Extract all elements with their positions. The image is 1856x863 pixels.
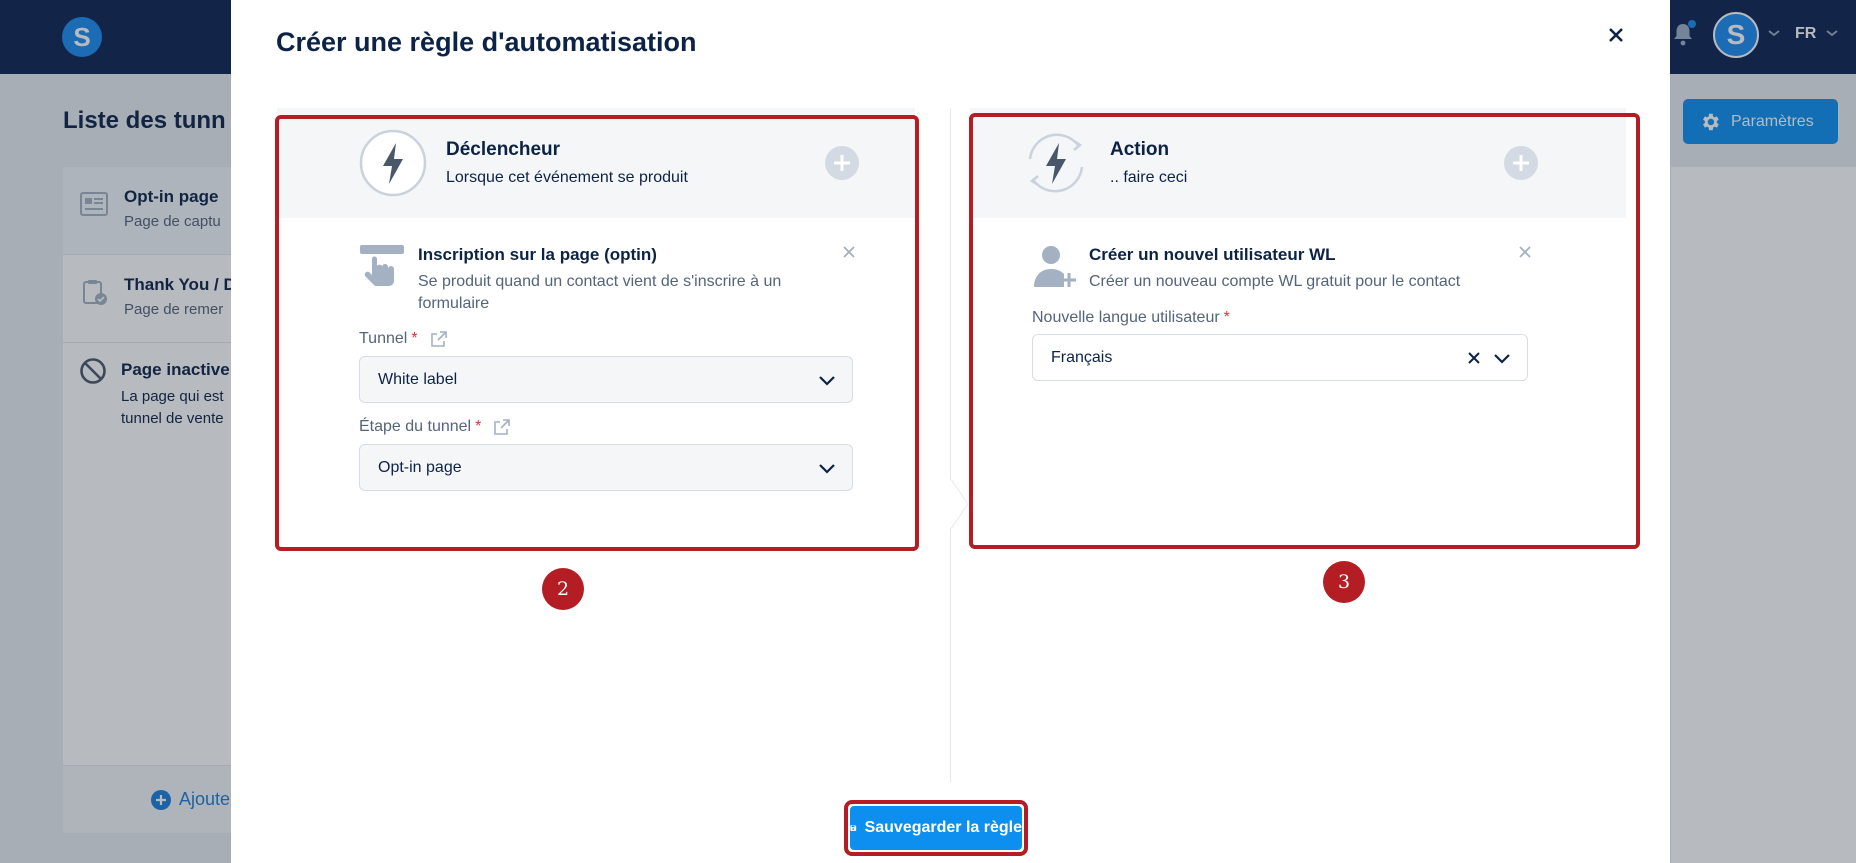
floppy-disk-icon	[850, 825, 857, 831]
trigger-highlight-box	[275, 115, 919, 551]
step-marker-3: 3	[1323, 561, 1365, 603]
save-rule-button[interactable]: Sauvegarder la règle	[850, 806, 1022, 850]
modal-title: Créer une règle d'automatisation	[276, 27, 697, 57]
save-rule-label: Sauvegarder la règle	[864, 819, 1022, 836]
automation-rule-modal: Créer une règle d'automatisation Déclenc…	[231, 0, 1670, 863]
action-highlight-box	[969, 113, 1640, 549]
column-divider	[950, 108, 951, 782]
save-button-highlight: Sauvegarder la règle	[844, 800, 1028, 856]
close-icon[interactable]	[1605, 24, 1627, 46]
step-marker-2: 2	[542, 568, 584, 610]
divider-arrow	[949, 478, 969, 530]
